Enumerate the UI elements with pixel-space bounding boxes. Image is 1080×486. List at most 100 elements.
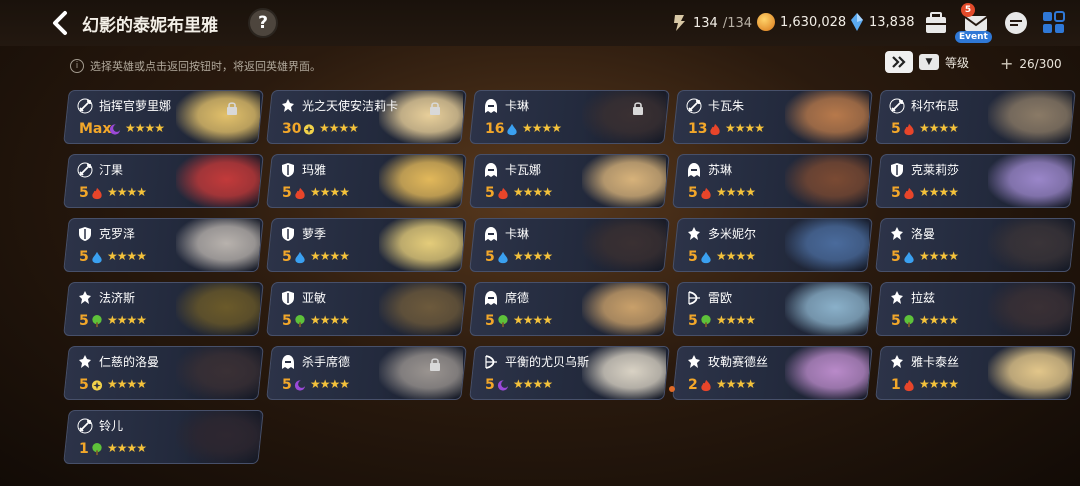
assassin-icon (485, 291, 497, 305)
priest-icon (79, 291, 91, 304)
wood-element-icon (92, 443, 102, 456)
hero-card[interactable]: 卡琳 5 ★★★★ (469, 218, 670, 272)
hero-level: 5 (79, 313, 89, 329)
hero-card[interactable]: 铃儿 1 ★★★★ (63, 410, 264, 464)
hero-card[interactable]: 雷欧 5 ★★★★ (672, 282, 873, 336)
hint-text: i 选择英雄或点击返回按钮时，将返回英雄界面。 (70, 58, 321, 74)
hero-level: 5 (485, 377, 495, 393)
sort-toggle-button[interactable] (885, 51, 913, 73)
hero-level: 2 (688, 377, 698, 393)
hero-card[interactable]: 苏琳 5 ★★★★ (672, 154, 873, 208)
hero-level: 16 (485, 121, 505, 137)
new-indicator-dot (669, 386, 675, 392)
priest-icon (688, 227, 700, 240)
hero-card[interactable]: 平衡的尤贝乌斯 5 ★★★★ (469, 346, 670, 400)
light-element-icon (91, 380, 103, 391)
assassin-icon (485, 163, 497, 177)
fire-element-icon (92, 187, 102, 200)
hero-card[interactable]: 亚敏 5 ★★★★ (266, 282, 467, 336)
sort-type-icon[interactable]: ▼ (919, 54, 939, 70)
fire-element-icon (701, 379, 711, 392)
shield-icon (79, 227, 91, 241)
lock-icon (430, 102, 440, 115)
hero-level: 5 (282, 377, 292, 393)
hero-level: 5 (688, 249, 698, 265)
hero-card[interactable]: 玫勒赛德丝 2 ★★★★ (672, 346, 873, 400)
hero-count[interactable]: + 26/300 (1000, 54, 1062, 73)
hero-level: 5 (688, 185, 698, 201)
shield-icon (891, 163, 903, 177)
event-label[interactable]: Event (955, 31, 992, 43)
hero-card[interactable]: 法济斯 5 ★★★★ (63, 282, 264, 336)
hero-card[interactable]: 克莱莉莎 5 ★★★★ (875, 154, 1076, 208)
hero-card[interactable]: 玛雅 5 ★★★★ (266, 154, 467, 208)
hero-card[interactable]: 多米妮尔 5 ★★★★ (672, 218, 873, 272)
inventory-icon[interactable] (922, 9, 950, 37)
dark-element-icon (294, 380, 306, 391)
stamina-value: 134 (693, 15, 718, 31)
hero-name: 多米妮尔 (708, 227, 757, 241)
hero-card[interactable]: 汀果 5 ★★★★ (63, 154, 264, 208)
hero-level: 13 (688, 121, 708, 137)
hero-card[interactable]: 卡瓦娜 5 ★★★★ (469, 154, 670, 208)
hero-level: 5 (891, 185, 901, 201)
hero-card[interactable]: 席德 5 ★★★★ (469, 282, 670, 336)
priest-icon (688, 355, 700, 368)
hero-stars: ★★★★ (310, 377, 350, 391)
hero-portrait (785, 219, 869, 272)
hero-portrait (582, 91, 666, 144)
hero-card[interactable]: 光之天使安洁莉卡 30 ★★★★ (266, 90, 467, 144)
help-button[interactable]: ? (248, 8, 278, 38)
hero-level: 5 (688, 313, 698, 329)
hero-card[interactable]: 萝季 5 ★★★★ (266, 218, 467, 272)
hero-name: 苏琳 (708, 163, 733, 177)
chat-icon[interactable] (1002, 9, 1030, 37)
hero-card[interactable]: 卡琳 16 ★★★★ (469, 90, 670, 144)
info-icon: i (70, 59, 84, 73)
hero-card[interactable]: 杀手席德 5 ★★★★ (266, 346, 467, 400)
hero-name: 席德 (505, 291, 530, 305)
hero-card[interactable]: 卡瓦朱 13 ★★★★ (672, 90, 873, 144)
hero-portrait (988, 155, 1072, 208)
hero-name: 汀果 (99, 163, 124, 177)
hero-portrait (176, 283, 260, 336)
hero-level: 1 (891, 377, 901, 393)
hero-portrait (379, 283, 463, 336)
wood-element-icon (904, 315, 914, 328)
hero-level: 5 (485, 185, 495, 201)
hero-name: 杀手席德 (302, 355, 351, 369)
hero-card[interactable]: 拉兹 5 ★★★★ (875, 282, 1076, 336)
gold-counter[interactable]: 1,630,028 (757, 13, 846, 31)
menu-grid-icon[interactable] (1040, 9, 1068, 37)
sort-label[interactable]: 等级 (945, 54, 969, 71)
hero-card[interactable]: 指挥官萝里娜 Max ★★★★ (63, 90, 264, 144)
fire-element-icon (295, 187, 305, 200)
hero-card[interactable]: 洛曼 5 ★★★★ (875, 218, 1076, 272)
hero-card[interactable]: 克罗泽 5 ★★★★ (63, 218, 264, 272)
sword-icon (686, 98, 702, 114)
hero-name: 科尔布思 (911, 99, 960, 113)
water-element-icon (507, 123, 517, 136)
fire-element-icon (904, 379, 914, 392)
bow-icon (688, 291, 700, 305)
shield-icon (282, 163, 294, 177)
priest-icon (891, 227, 903, 240)
hero-card[interactable]: 仁慈的洛曼 5 ★★★★ (63, 346, 264, 400)
crystal-counter[interactable]: 13,838 (850, 13, 915, 31)
hero-card[interactable]: 雅卡泰丝 1 ★★★★ (875, 346, 1076, 400)
crystal-icon (851, 13, 863, 31)
hero-stars: ★★★★ (716, 249, 756, 263)
hero-card[interactable]: 科尔布思 5 ★★★★ (875, 90, 1076, 144)
fire-element-icon (710, 123, 720, 136)
hero-level: 5 (891, 121, 901, 137)
fire-element-icon (498, 187, 508, 200)
stamina-counter[interactable]: 134/134 (672, 13, 752, 33)
hero-name: 萝季 (302, 227, 327, 241)
hero-portrait (582, 219, 666, 272)
hero-level: 5 (891, 313, 901, 329)
crystal-value: 13,838 (869, 14, 915, 30)
back-arrow-icon[interactable] (48, 10, 74, 36)
hero-stars: ★★★★ (107, 377, 147, 391)
sword-icon (77, 162, 93, 178)
fire-element-icon (904, 123, 914, 136)
